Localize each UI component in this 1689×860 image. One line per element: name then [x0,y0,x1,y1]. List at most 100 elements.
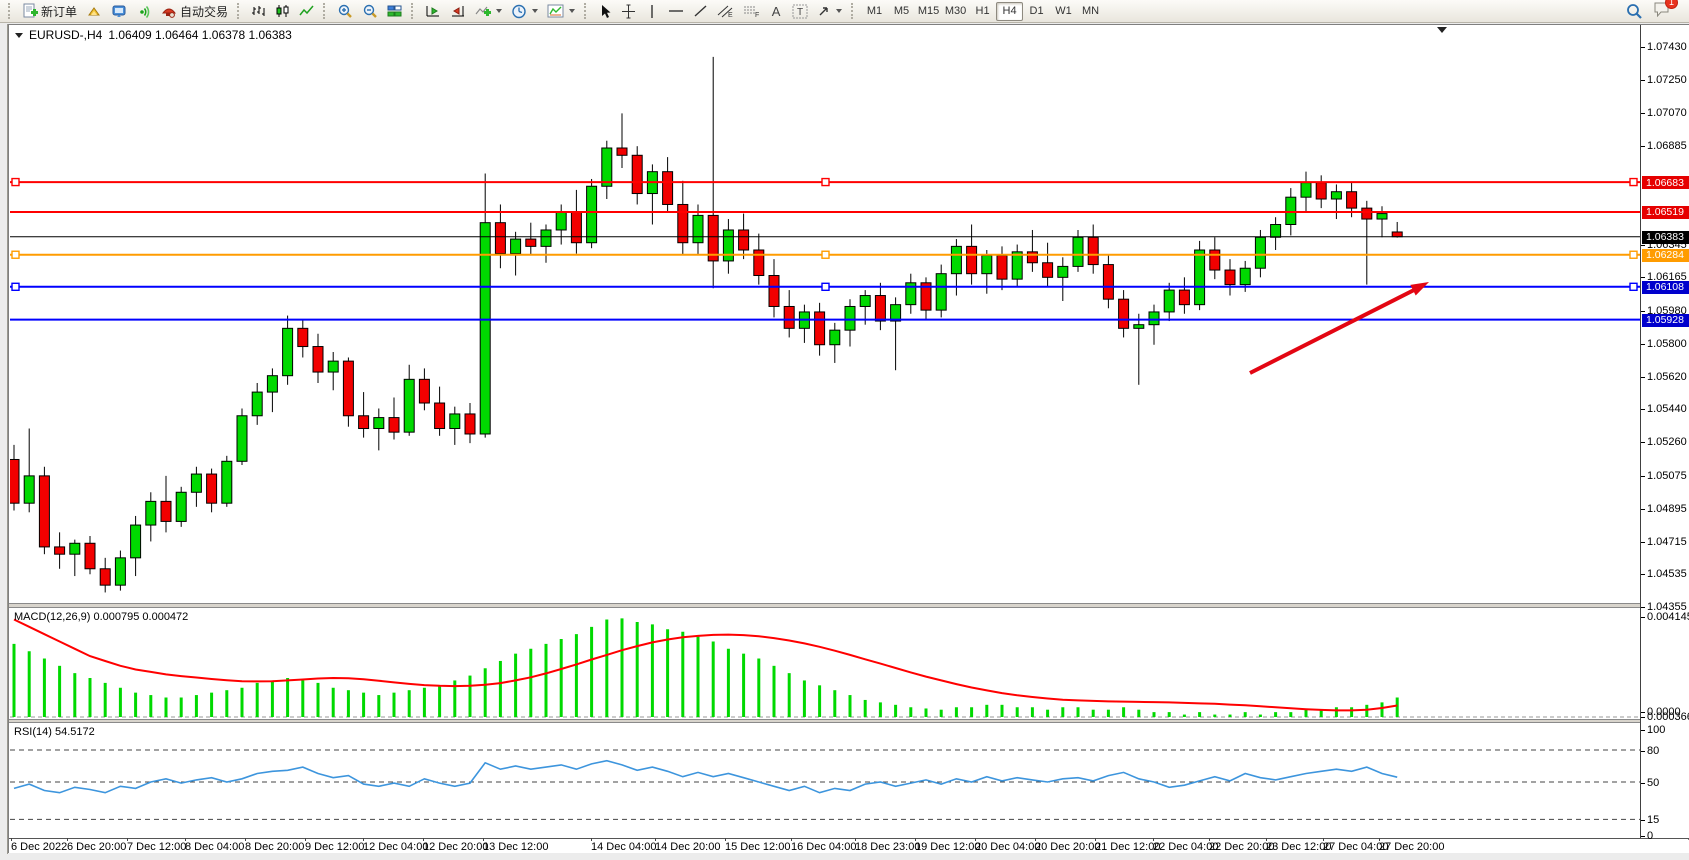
time-axis-label: 13 Dec 12:00 [483,841,548,853]
line-handle[interactable] [822,251,829,258]
candle [936,274,946,310]
arrows-tool-button[interactable] [813,1,846,21]
line-handle[interactable] [12,251,19,258]
rsi-pane[interactable] [10,723,1640,838]
timeframe-m5[interactable]: M5 [888,2,915,21]
cursor-tool-button[interactable] [594,1,616,21]
line-handle[interactable] [1630,283,1637,290]
candle [161,501,171,521]
expert-advisor-button[interactable] [107,1,131,21]
bar-chart-icon [251,4,266,18]
autotrade-label: 自动交易 [180,3,228,20]
periods-button[interactable] [507,1,542,21]
line-handle[interactable] [822,179,829,186]
tile-windows-button[interactable] [383,1,406,21]
scale-tick-mark [1641,47,1645,48]
new-order-button[interactable]: 新订单 [18,1,81,21]
fibonacci-tool-button[interactable]: F [739,1,764,21]
timeframe-h1[interactable]: H1 [969,2,996,21]
gold-button[interactable] [82,1,106,21]
time-axis-label: 14 Dec 20:00 [655,841,720,853]
candle [997,255,1007,279]
price-tick-label: 1.07250 [1647,74,1687,86]
trend-arrow[interactable] [1250,289,1416,373]
candlestick-chart-button[interactable] [271,1,294,21]
timeframe-m15[interactable]: M15 [915,2,942,21]
timeframe-m30[interactable]: M30 [942,2,969,21]
trendline-tool-button[interactable] [689,1,712,21]
time-axis[interactable]: 6 Dec 20226 Dec 20:007 Dec 12:008 Dec 04… [9,840,1689,853]
search-icon[interactable] [1626,3,1643,20]
candle [207,474,217,503]
line-handle[interactable] [12,283,19,290]
vertical-line-tool-button[interactable] [641,1,663,21]
autotrade-button[interactable]: 自动交易 [157,1,232,21]
timeframe-h4[interactable]: H4 [996,2,1023,21]
line-chart-button[interactable] [295,1,318,21]
candle [252,392,262,416]
candle [435,403,445,429]
price-tick-label: 1.07430 [1647,41,1687,53]
candle [845,306,855,330]
time-axis-label: 8 Dec 20:00 [245,841,304,853]
candle [951,246,961,273]
timeframe-d1[interactable]: D1 [1023,2,1050,21]
line-handle[interactable] [12,179,19,186]
chart-shift-button[interactable] [446,1,470,21]
notifications-button[interactable]: 1 [1653,1,1671,22]
scale-tick-mark [1641,783,1645,784]
price-badge: 1.05928 [1642,314,1689,327]
scale-tick-mark [1641,820,1645,821]
auto-scroll-button[interactable] [421,1,445,21]
indicators-button[interactable] [471,1,506,21]
price-badge: 1.06519 [1642,206,1689,219]
price-scale[interactable]: 1.074301.072501.070701.068851.063451.061… [1640,25,1689,838]
zoom-in-button[interactable] [333,1,357,21]
timeframe-w1[interactable]: W1 [1050,2,1077,21]
templates-caret [569,9,575,13]
timeframe-m1[interactable]: M1 [861,2,888,21]
candle [617,148,627,155]
candle [70,543,80,554]
time-axis-label: 15 Dec 12:00 [725,841,790,853]
gold-icon [86,4,102,18]
candle [24,476,34,503]
price-tick-label: 1.06885 [1647,140,1687,152]
candle [541,230,551,246]
time-axis-label: 27 Dec 20:00 [1379,841,1444,853]
signal-button[interactable] [132,1,156,21]
price-badge: 1.06108 [1642,281,1689,294]
horizontal-line-tool-button[interactable] [664,1,688,21]
bar-chart-button[interactable] [247,1,270,21]
time-axis-label: 18 Dec 23:00 [855,841,920,853]
svg-text:F: F [755,12,759,18]
line-handle[interactable] [1630,179,1637,186]
scale-tick-mark [1641,344,1645,345]
macd-pane[interactable] [10,608,1640,719]
templates-button[interactable] [543,1,579,21]
candle [739,230,749,250]
line-chart-icon [299,4,314,18]
text-tool-button[interactable]: A [765,1,787,21]
candle [967,246,977,273]
crosshair-tool-button[interactable] [617,1,640,21]
time-axis-label: 12 Dec 04:00 [363,841,428,853]
macd-scale-label: 0.004145 [1647,611,1689,623]
zoom-out-button[interactable] [358,1,382,21]
candle [222,461,232,503]
candle [891,305,901,321]
price-pane[interactable] [10,25,1640,603]
line-handle[interactable] [822,283,829,290]
scale-tick-mark [1641,245,1645,246]
text-label-tool-button[interactable]: T [788,1,812,21]
candle [313,347,323,373]
price-badge: 1.06683 [1642,176,1689,189]
line-handle[interactable] [1630,251,1637,258]
macd-signal-line [14,620,1397,711]
equidistant-channel-tool-button[interactable]: E [713,1,738,21]
chevron-down-icon[interactable] [15,33,23,38]
rsi-label: RSI(14) 54.5172 [14,726,95,738]
timeframe-mn[interactable]: MN [1077,2,1104,21]
crosshair-icon [621,4,636,19]
candle [131,525,141,558]
